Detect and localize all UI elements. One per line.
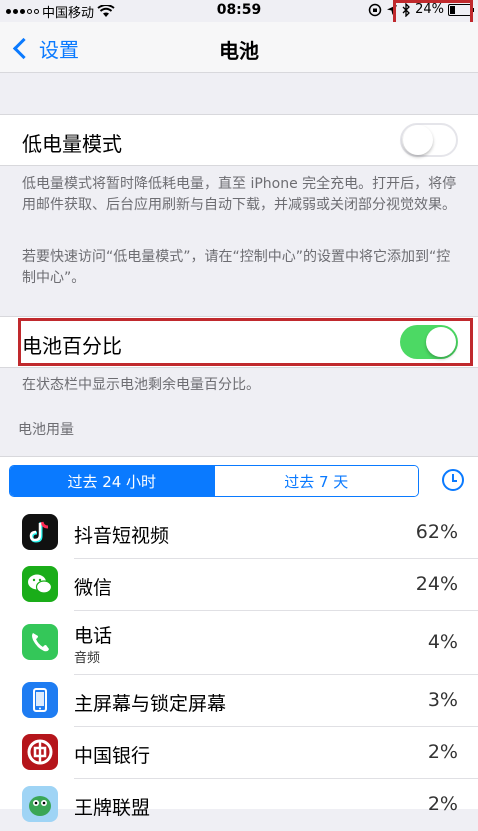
phone-icon — [22, 624, 58, 660]
low-power-mode-cell: 低电量模式 — [0, 114, 478, 166]
app-name: 王牌联盟 — [74, 797, 151, 819]
app-name: 主屏幕与锁定屏幕 — [74, 693, 227, 715]
app-name: 电话 — [74, 625, 113, 647]
low-power-mode-toggle[interactable] — [400, 123, 458, 157]
app-percent: 2% — [427, 741, 458, 763]
app-percent: 24% — [415, 573, 458, 595]
game-icon — [22, 786, 58, 822]
tab-last-24-hours[interactable]: 过去 24 小时 — [10, 466, 214, 496]
app-sub-label: 音频 — [74, 651, 101, 666]
tab-last-7-days[interactable]: 过去 7 天 — [213, 466, 418, 496]
app-row[interactable]: 微信 24% — [0, 559, 478, 611]
app-percent: 4% — [427, 631, 458, 653]
app-percent: 62% — [415, 521, 458, 543]
app-row[interactable]: 中国银行 2% — [0, 727, 478, 779]
app-name: 抖音短视频 — [74, 525, 170, 547]
low-power-mode-shortcut-footnote: 若要快速访问“低电量模式”，请在“控制中心”的设置中将它添加到“控制中心”。 — [22, 249, 451, 286]
bank-of-china-icon — [22, 734, 58, 770]
clock-icon[interactable] — [442, 469, 464, 491]
douyin-icon — [22, 514, 58, 550]
low-power-mode-footnote: 低电量模式将暂时降低耗电量，直至 iPhone 完全充电。打开后，将停用邮件获取… — [22, 176, 457, 213]
app-row[interactable]: 电话 音频 4% — [0, 611, 478, 675]
highlight-box-battery-percentage — [18, 318, 473, 366]
wechat-icon — [22, 566, 58, 602]
battery-usage-header: 电池用量 — [18, 422, 74, 438]
time-range-segmented-control: 过去 24 小时 过去 7 天 — [9, 465, 419, 497]
app-row[interactable]: 抖音短视频 62% — [0, 507, 478, 559]
rotation-lock-icon — [368, 3, 382, 16]
low-power-mode-label: 低电量模式 — [22, 132, 122, 156]
navigation-bar: 设置 电池 — [0, 22, 478, 73]
battery-percentage-footnote: 在状态栏中显示电池剩余电量百分比。 — [22, 377, 260, 393]
app-row[interactable]: 王牌联盟 2% — [0, 779, 478, 831]
battery-usage-section: 过去 24 小时 过去 7 天 抖音短视频 62% 微信 24% 电话 音频 4… — [0, 456, 478, 822]
home-lock-screen-icon — [22, 682, 58, 718]
app-percent: 3% — [427, 689, 458, 711]
app-name: 微信 — [74, 577, 113, 599]
app-row[interactable]: 主屏幕与锁定屏幕 3% — [0, 675, 478, 727]
app-name: 中国银行 — [74, 745, 151, 767]
toggle-knob — [403, 125, 433, 155]
app-percent: 2% — [427, 793, 458, 815]
page-title: 电池 — [219, 39, 259, 63]
